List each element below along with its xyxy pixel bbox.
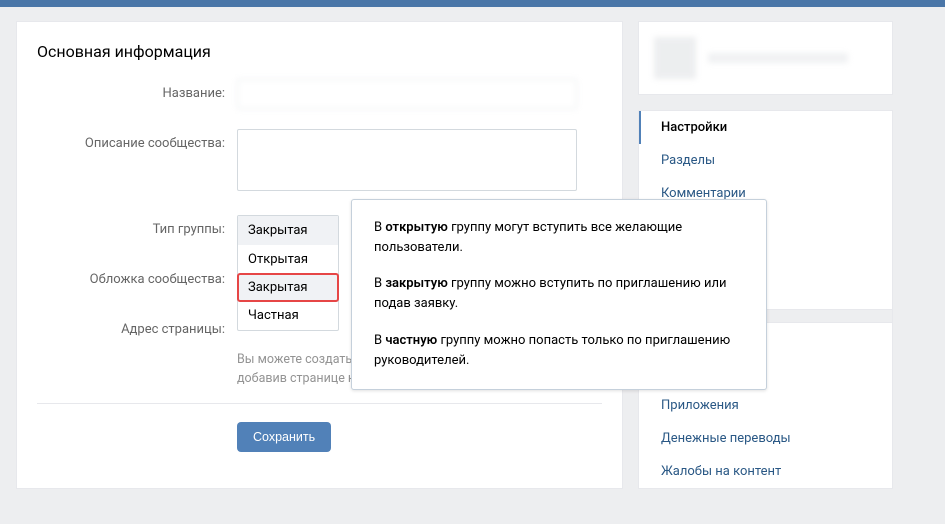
sidebar-item-sections[interactable]: Разделы bbox=[639, 144, 892, 177]
name-input[interactable] bbox=[237, 79, 577, 109]
dropdown-option-closed[interactable]: Закрытая bbox=[237, 273, 339, 302]
page-title: Основная информация bbox=[37, 34, 602, 79]
save-button[interactable]: Сохранить bbox=[237, 422, 331, 452]
sidebar-item-apps[interactable]: Приложения bbox=[639, 389, 892, 422]
avatar bbox=[654, 37, 696, 79]
group-type-dropdown[interactable]: Закрытая Открытая Закрытая Частная bbox=[237, 215, 339, 331]
label-description: Описание сообщества: bbox=[37, 129, 237, 159]
description-input[interactable] bbox=[237, 129, 577, 191]
group-name bbox=[708, 53, 848, 63]
main-panel: Основная информация Название: Описание с… bbox=[16, 21, 623, 489]
top-bar bbox=[0, 0, 945, 7]
sidebar-item-settings[interactable]: Настройки bbox=[639, 111, 892, 144]
label-address: Адрес страницы: bbox=[37, 315, 237, 345]
label-name: Название: bbox=[37, 79, 237, 109]
label-cover: Обложка сообщества: bbox=[37, 265, 237, 295]
dropdown-option-open[interactable]: Открытая bbox=[238, 245, 338, 274]
label-group-type: Тип группы: bbox=[37, 215, 237, 245]
dropdown-option-private[interactable]: Частная bbox=[238, 301, 338, 330]
sidebar-header bbox=[638, 21, 893, 95]
sidebar-item-reports[interactable]: Жалобы на контент bbox=[639, 455, 892, 488]
dropdown-selected-value[interactable]: Закрытая bbox=[238, 216, 338, 245]
group-type-tooltip: В открытую группу могут вступить все жел… bbox=[351, 199, 767, 390]
sidebar-item-money[interactable]: Денежные переводы bbox=[639, 422, 892, 455]
divider bbox=[37, 403, 602, 404]
